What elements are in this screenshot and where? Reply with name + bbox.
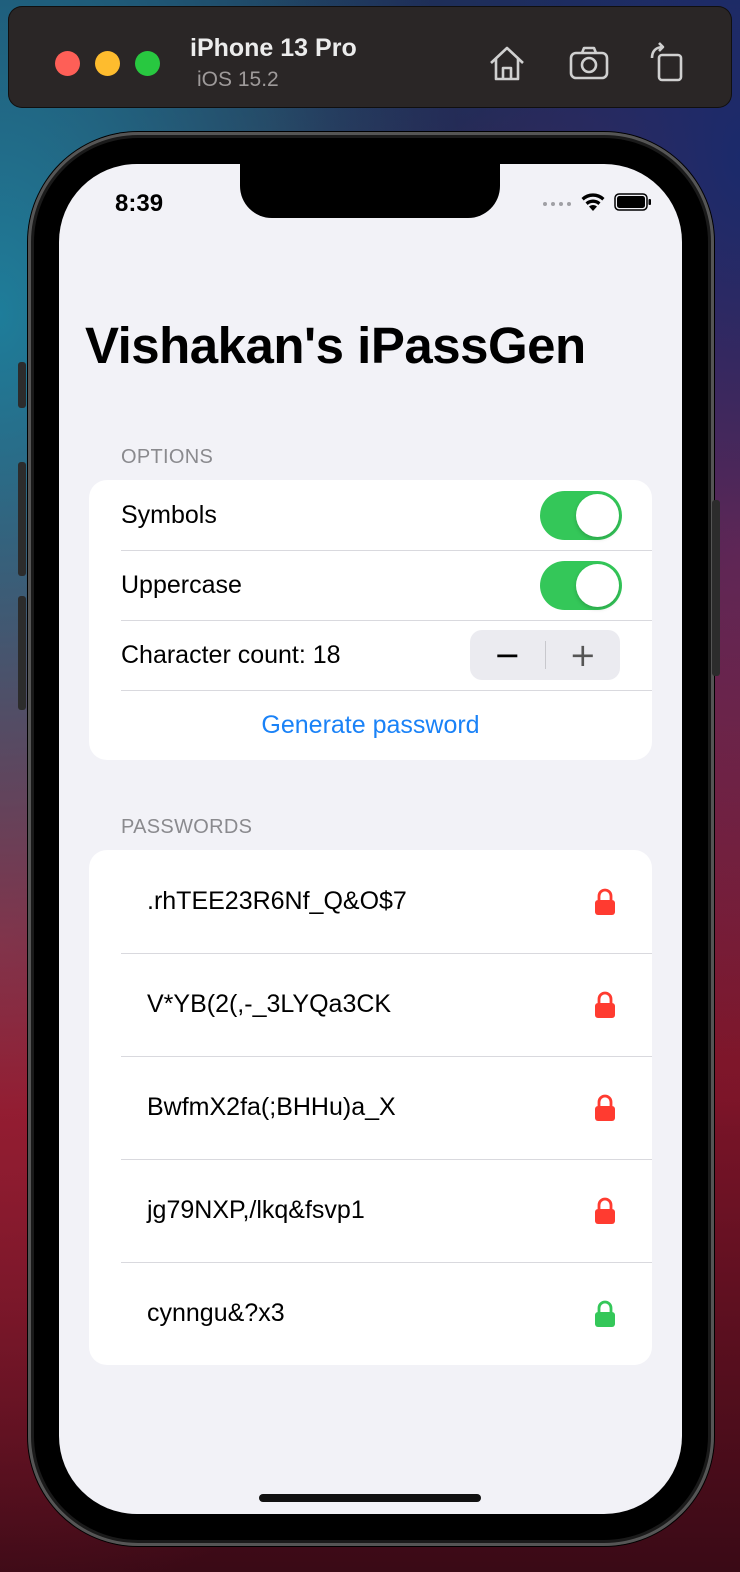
passwords-section-header: PASSWORDS — [121, 816, 253, 838]
notch — [240, 164, 500, 218]
device-name: iPhone 13 Pro — [190, 34, 357, 62]
close-window-button[interactable] — [55, 51, 80, 76]
lock-icon — [595, 888, 615, 915]
decrement-button[interactable]: − — [470, 630, 545, 680]
password-row[interactable]: V*YB(2(,-_3LYQa3CK — [89, 953, 652, 1056]
simulator-title-bar: iPhone 13 Pro iOS 15.2 — [8, 6, 732, 108]
rotate-icon[interactable] — [646, 42, 688, 84]
battery-icon — [614, 193, 651, 211]
password-row[interactable]: jg79NXP,/lkq&fsvp1 — [89, 1159, 652, 1262]
options-section-header: OPTIONS — [121, 446, 214, 468]
os-version: iOS 15.2 — [197, 68, 279, 91]
uppercase-row: Uppercase — [89, 550, 652, 620]
password-text: .rhTEE23R6Nf_Q&O$7 — [147, 887, 407, 915]
symbols-toggle[interactable] — [540, 491, 622, 540]
symbols-label: Symbols — [121, 500, 217, 529]
passwords-list: .rhTEE23R6Nf_Q&O$7 V*YB(2(,-_3LYQa3CK Bw… — [89, 850, 652, 1365]
password-row[interactable]: BwfmX2fa(;BHHu)a_X — [89, 1056, 652, 1159]
home-indicator[interactable] — [259, 1494, 481, 1502]
character-count-stepper: − + — [470, 630, 620, 680]
password-row[interactable]: cynngu&?x3 — [89, 1262, 652, 1365]
character-count-label: Character count: 18 — [121, 640, 341, 669]
screenshot-icon[interactable] — [568, 42, 610, 84]
options-group: Symbols Uppercase Character count: 18 − … — [89, 480, 652, 760]
volume-down-button — [18, 596, 26, 710]
volume-up-button — [18, 462, 26, 576]
toggle-knob — [576, 564, 619, 607]
cellular-signal-icon — [543, 202, 571, 206]
increment-button[interactable]: + — [546, 630, 621, 680]
power-button — [712, 500, 720, 676]
password-text: V*YB(2(,-_3LYQa3CK — [147, 990, 392, 1018]
minimize-window-button[interactable] — [95, 51, 120, 76]
phone-screen: 8:39 Vishakan's iPassGen OPTIONS Symbols… — [59, 164, 682, 1514]
password-row[interactable]: .rhTEE23R6Nf_Q&O$7 — [89, 850, 652, 953]
mute-switch — [18, 362, 26, 408]
zoom-window-button[interactable] — [135, 51, 160, 76]
generate-row[interactable]: Generate password — [89, 690, 652, 760]
lock-icon — [595, 1300, 615, 1327]
status-time: 8:39 — [115, 190, 164, 217]
character-count-row: Character count: 18 − + — [89, 620, 652, 690]
generate-password-button[interactable]: Generate password — [261, 711, 479, 740]
lock-icon — [595, 1094, 615, 1121]
password-text: cynngu&?x3 — [147, 1299, 285, 1327]
symbols-row: Symbols — [89, 480, 652, 550]
page-title: Vishakan's iPassGen — [85, 317, 586, 374]
password-text: jg79NXP,/lkq&fsvp1 — [147, 1196, 365, 1224]
uppercase-toggle[interactable] — [540, 561, 622, 610]
password-text: BwfmX2fa(;BHHu)a_X — [147, 1093, 396, 1121]
home-icon[interactable] — [486, 42, 528, 84]
toggle-knob — [576, 494, 619, 537]
lock-icon — [595, 1197, 615, 1224]
wifi-icon — [581, 193, 605, 211]
lock-icon — [595, 991, 615, 1018]
uppercase-label: Uppercase — [121, 570, 242, 599]
status-icons — [542, 192, 652, 212]
